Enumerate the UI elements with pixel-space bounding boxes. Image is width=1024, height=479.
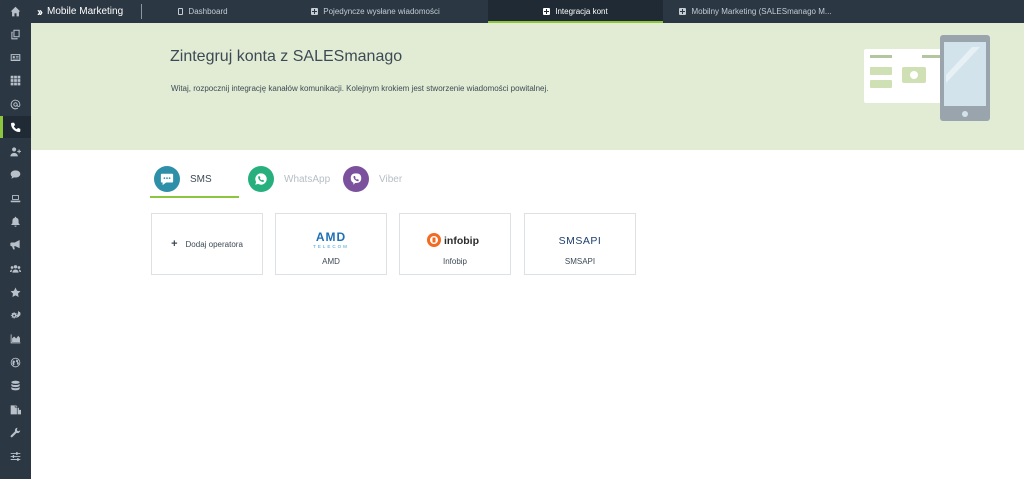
page-description: Witaj, rozpocznij integrację kanałów kom… [171,84,549,93]
amd-logo-mark: AMD TELECOM [313,230,349,249]
plus-square-icon [311,8,319,15]
document-icon [178,8,184,15]
operator-card-smsapi[interactable]: SMSAPI SMSAPI [524,213,636,275]
operator-name: AMD [322,257,340,266]
sidebar-item-automation[interactable] [0,304,31,326]
database-icon [11,380,20,390]
channel-tab-sms[interactable]: SMS [154,163,212,195]
bell-icon [11,216,20,227]
megaphone-icon [10,239,20,249]
wrench-icon [10,427,21,437]
double-chevron-right-icon: ›› [37,4,43,19]
app-root: ›› Mobile Marketing Dashboard Pojedyncze… [0,0,1024,479]
operator-name: SMSAPI [564,257,596,266]
users-icon [10,264,21,273]
sidebar-item-users[interactable] [0,257,31,279]
sidebar-item-apps[interactable] [0,69,31,91]
sidebar-item-notifications[interactable] [0,210,31,232]
sidebar-item-favorites[interactable] [0,281,31,303]
add-user-icon [10,146,21,156]
area-chart-icon [10,333,21,343]
laptop-icon [10,194,21,202]
files-icon [10,404,21,414]
sidebar-item-campaigns[interactable] [0,233,31,255]
sidebar-item-global[interactable] [0,351,31,373]
sidebar-item-contacts[interactable] [0,46,31,68]
at-icon [10,99,21,109]
sidebar-item-database[interactable] [0,374,31,396]
globe-icon [10,357,21,367]
sidebar-item-analytics[interactable] [0,327,31,349]
active-channel-underline [150,196,239,198]
whatsapp-icon [248,166,274,192]
star-icon [10,287,21,297]
tab-label: Mobilny Marketing (SALESmanago M... [691,7,832,16]
sidebar-item-home[interactable] [0,0,31,22]
add-operator-label: Dodaj operatora [185,239,243,249]
main-sidebar [0,0,31,479]
channel-label-viber: Viber [379,173,403,185]
infobip-logo: infobip [400,228,510,252]
tab-single-messages[interactable]: Pojedyncze wysłane wiadomości [263,0,488,23]
phone-icon [11,122,21,132]
contact-card-icon [10,53,21,61]
tab-label: Integracja kont [555,7,608,16]
top-bar: ›› Mobile Marketing Dashboard Pojedyncze… [31,0,1024,23]
sidebar-item-settings[interactable] [0,445,31,467]
sidebar-item-mobile[interactable] [0,116,31,138]
svg-text:SMSAPI: SMSAPI [559,235,602,247]
topbar-divider [141,4,142,19]
channel-label-sms: SMS [190,173,212,185]
sidebar-item-add-contact[interactable] [0,140,31,162]
page-title: Zintegruj konta z SALESmanago [170,48,403,65]
tab-label: Dashboard [188,7,228,16]
channel-label-whatsapp: WhatsApp [284,173,331,185]
svg-text:AMD: AMD [316,230,346,244]
home-icon [10,6,21,16]
svg-text:TELECOM: TELECOM [313,244,349,249]
infobip-logo-mark: infobip [427,233,479,247]
operator-card-infobip[interactable]: infobip Infobip [399,213,511,275]
viber-icon [343,166,369,192]
operator-name: Infobip [442,257,468,266]
operator-card-amd[interactable]: AMD TELECOM AMD [275,213,387,275]
sidebar-item-files[interactable] [0,398,31,420]
sidebar-item-copy[interactable] [0,23,31,45]
tab-account-integration[interactable]: Integracja kont [488,0,663,23]
tab-dashboard[interactable]: Dashboard [143,0,263,23]
sidebar-item-tools[interactable] [0,421,31,443]
tab-label: Pojedyncze wysłane wiadomości [323,7,440,16]
copy-icon [11,29,20,39]
module-title: Mobile Marketing [47,6,124,17]
channel-tab-viber[interactable]: Viber [343,163,402,195]
tab-mobile-marketing[interactable]: Mobilny Marketing (SALESmanago M... [663,0,848,23]
sms-bubble-icon [154,166,180,192]
integration-hero: Zintegruj konta z SALESmanago Witaj, roz… [31,23,1024,150]
sidebar-item-email[interactable] [0,93,31,115]
sliders-icon [10,451,21,461]
svg-text:infobip: infobip [444,235,479,247]
channel-tab-whatsapp[interactable]: WhatsApp [248,163,330,195]
add-operator-card[interactable]: + Dodaj operatora [151,213,263,275]
sidebar-item-web[interactable] [0,187,31,209]
smsapi-logo-mark: SMSAPI [559,235,602,247]
plus-square-icon [543,8,551,15]
plus-icon: + [171,238,178,250]
plus-square-icon [679,8,687,15]
grid-icon [10,75,21,85]
amd-telecom-logo: AMD TELECOM [276,228,386,252]
phone-illustration [864,35,990,121]
chat-icon [10,169,21,179]
cogs-icon [10,310,21,319]
module-brand[interactable]: ›› Mobile Marketing [37,0,123,23]
sidebar-item-chat[interactable] [0,163,31,185]
smsapi-logo: SMSAPI [525,228,635,252]
